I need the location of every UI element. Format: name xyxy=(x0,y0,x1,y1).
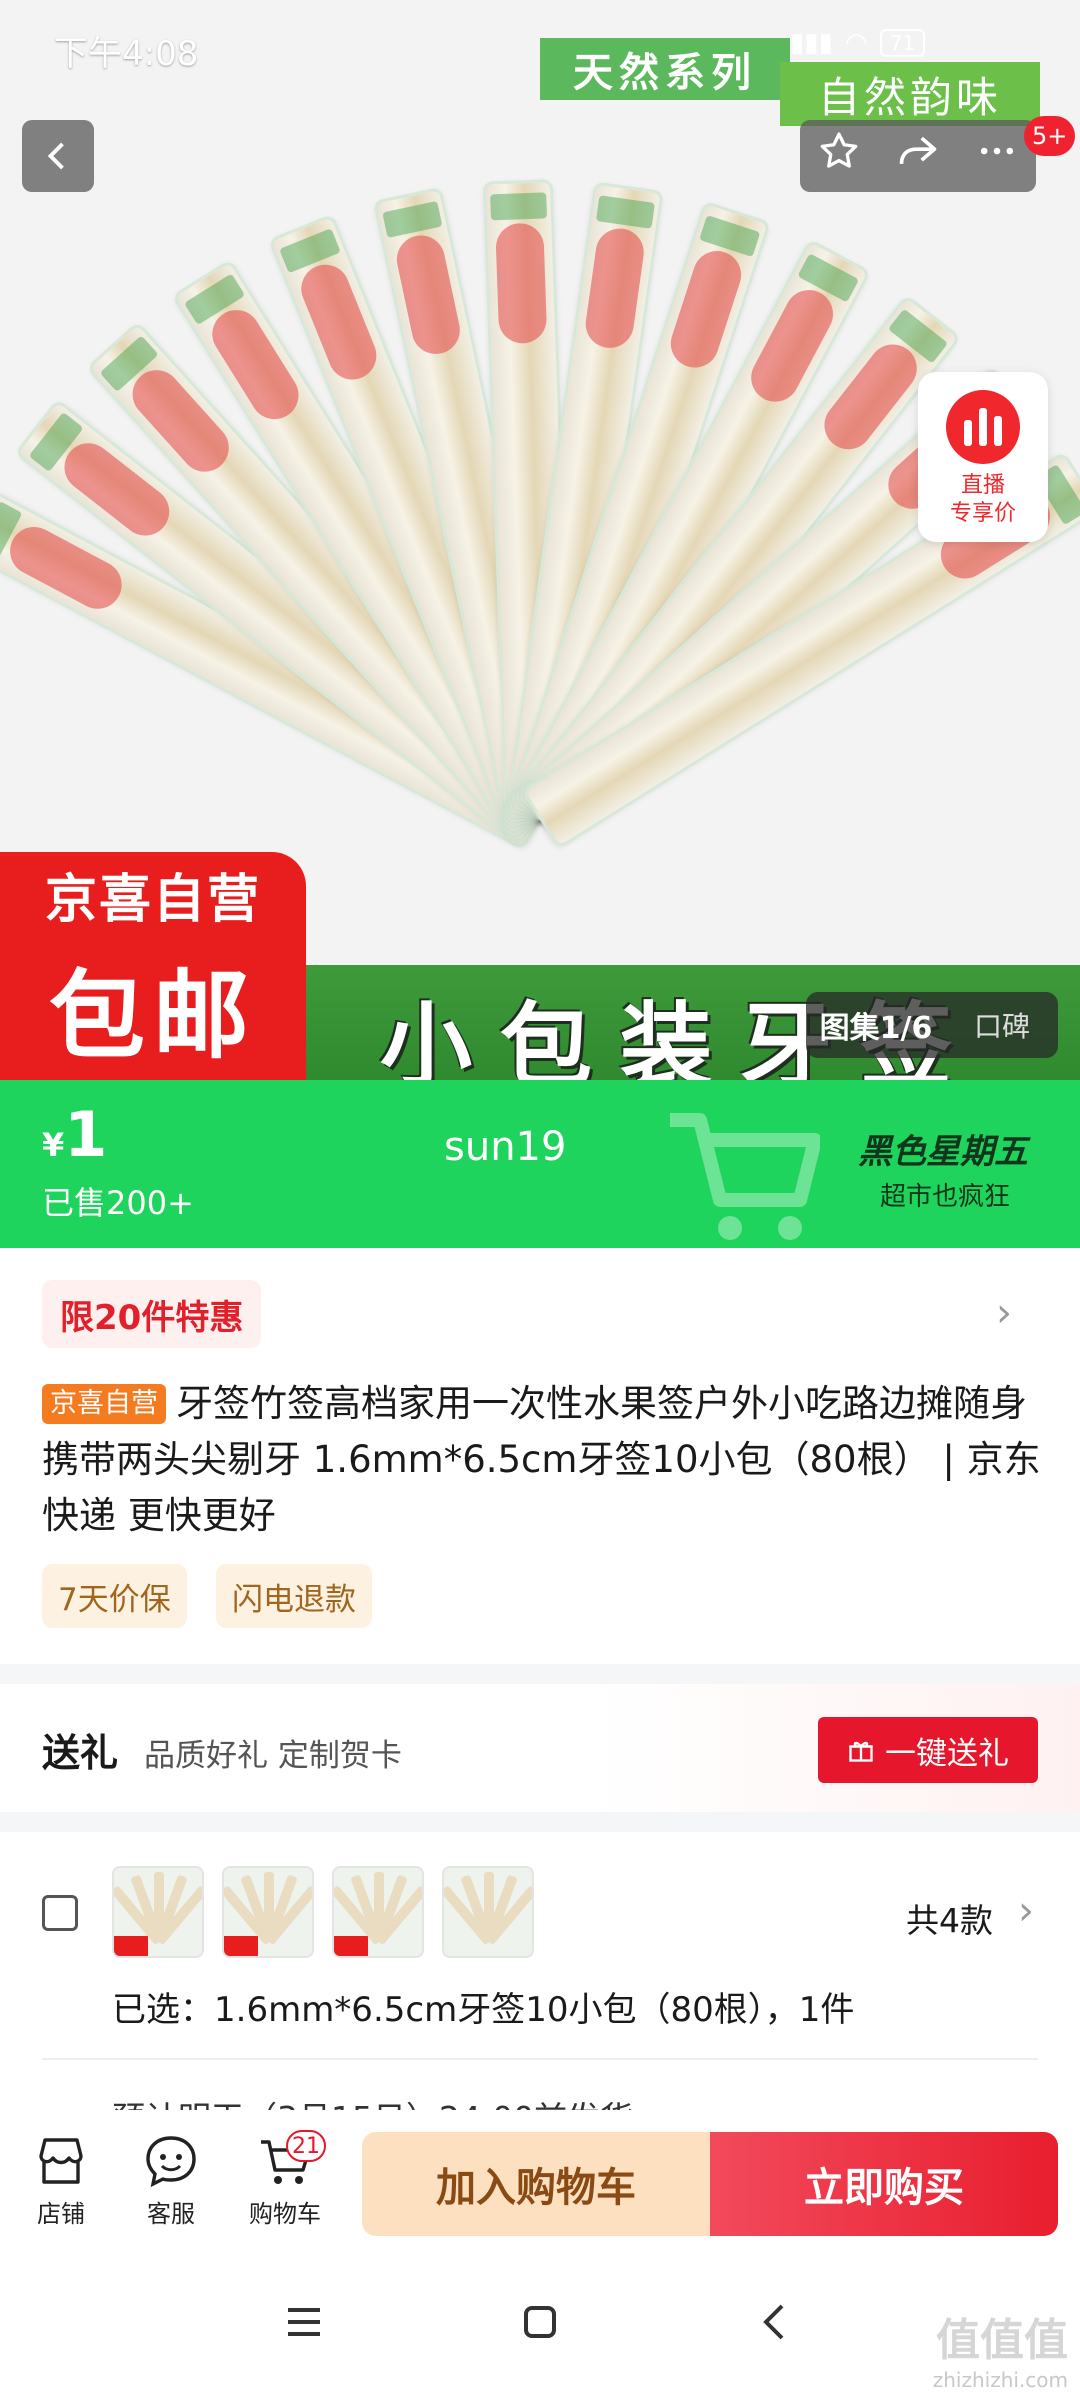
section-divider xyxy=(0,1812,1080,1832)
price: ¥1 xyxy=(42,1098,108,1171)
cart-count-badge: 21 xyxy=(286,2130,326,2162)
bottom-action-bar: 店铺 客服 购物车 21 加入购物车 立即购买 xyxy=(0,2110,1080,2258)
live-icon xyxy=(946,390,1020,464)
promo-code: sun19 xyxy=(444,1124,567,1170)
gift-icon xyxy=(849,1741,873,1762)
black-friday-title: 黑色星期五 xyxy=(858,1132,1028,1172)
top-toolbar xyxy=(800,120,1036,192)
jx-badge-line2: 包邮 xyxy=(49,960,257,1072)
limited-deal-tag[interactable]: 限20件特惠 xyxy=(42,1280,262,1348)
selected-sku[interactable]: 已选：1.6mm*6.5cm牙签10小包（80根），1件 xyxy=(112,1982,854,2031)
chevron-right-icon[interactable]: › xyxy=(996,1290,1012,1336)
cart-logo-icon xyxy=(670,1113,820,1240)
sku-thumbnail[interactable] xyxy=(222,1866,314,1958)
gallery-pill[interactable]: 图集1/6 口碑 xyxy=(806,992,1058,1058)
product-title: 京喜自营 牙签竹签高档家用一次性水果签户外小吃路边摊随身携带两头尖剔牙 1.6mm… xyxy=(42,1376,1042,1544)
gift-subtitle: 品质好礼 定制贺卡 xyxy=(144,1738,402,1774)
product-title-text: 牙签竹签高档家用一次性水果签户外小吃路边摊随身携带两头尖剔牙 1.6mm*6.5… xyxy=(42,1382,1041,1537)
menu-icon[interactable] xyxy=(280,2298,328,2346)
customer-service-button[interactable]: 客服 xyxy=(126,2134,216,2229)
flavor-banner: 自然韵味 xyxy=(780,62,1040,126)
product-image-carousel[interactable]: 天然系列 自然韵味 下午4:08 ▮▮▮ ◠ 71 5+ 直播 专享价 小包装牙… xyxy=(0,0,1080,1080)
chevron-right-icon[interactable]: › xyxy=(1018,1888,1034,1934)
shop-button[interactable]: 店铺 xyxy=(16,2134,106,2229)
gift-title: 送礼 xyxy=(42,1731,119,1775)
wifi-icon: ◠ xyxy=(844,28,868,58)
message-badge: 5+ xyxy=(1024,116,1076,156)
more-button[interactable] xyxy=(975,129,1019,183)
section-divider xyxy=(0,1664,1080,1684)
favorite-button[interactable] xyxy=(817,129,861,183)
watermark: 值值值 zhizhizhi.com xyxy=(932,2315,1068,2392)
home-icon[interactable] xyxy=(516,2298,564,2346)
share-icon xyxy=(899,136,937,164)
status-time: 下午4:08 xyxy=(54,34,199,74)
series-banner: 天然系列 xyxy=(540,38,790,100)
sku-count[interactable]: 共4款 xyxy=(906,1894,993,1942)
sku-thumbnail[interactable] xyxy=(112,1866,204,1958)
service-price-protect[interactable]: 7天价保 xyxy=(42,1564,187,1628)
black-friday-subtitle: 超市也疯狂 xyxy=(880,1182,1011,1212)
status-icons: ▮▮▮ ◠ 71 xyxy=(790,28,926,58)
more-dots-icon xyxy=(980,147,1013,155)
star-icon xyxy=(820,132,858,168)
back-icon[interactable] xyxy=(752,2298,800,2346)
live-label: 直播 专享价 xyxy=(949,473,1016,526)
add-to-cart-button[interactable]: 加入购物车 xyxy=(362,2132,710,2236)
system-navigation-bar: 值值值 zhizhizhi.com xyxy=(0,2258,1080,2400)
live-price-card[interactable]: 直播 专享价 xyxy=(918,372,1048,542)
battery-icon: 71 xyxy=(879,29,926,57)
chat-face-icon xyxy=(146,2136,196,2188)
price-banner: ¥1 已售200+ sun19 黑色星期五 超市也疯狂 xyxy=(0,1080,1080,1248)
service-fast-refund[interactable]: 闪电退款 xyxy=(216,1564,372,1628)
sku-thumbnail[interactable] xyxy=(332,1866,424,1958)
shop-tag: 京喜自营 xyxy=(42,1384,166,1424)
jx-free-shipping-badge: 京喜自营 包邮 xyxy=(0,852,306,1080)
buy-now-button[interactable]: 立即购买 xyxy=(710,2132,1058,2236)
sold-count: 已售200+ xyxy=(42,1184,194,1222)
row-divider xyxy=(42,2058,1038,2060)
jx-badge-line1: 京喜自营 xyxy=(44,870,261,930)
sku-icon xyxy=(42,1895,78,1931)
chevron-left-icon xyxy=(47,142,64,170)
gallery-counter[interactable]: 图集1/6 xyxy=(806,1003,946,1047)
store-icon xyxy=(39,2138,83,2184)
send-gift-button[interactable]: 一键送礼 xyxy=(818,1717,1038,1783)
signal-icon: ▮▮▮ xyxy=(790,28,833,58)
back-button[interactable] xyxy=(22,120,94,192)
share-button[interactable] xyxy=(896,129,940,183)
sku-thumbnail[interactable] xyxy=(442,1866,534,1958)
reviews-tab[interactable]: 口碑 xyxy=(946,1005,1058,1045)
